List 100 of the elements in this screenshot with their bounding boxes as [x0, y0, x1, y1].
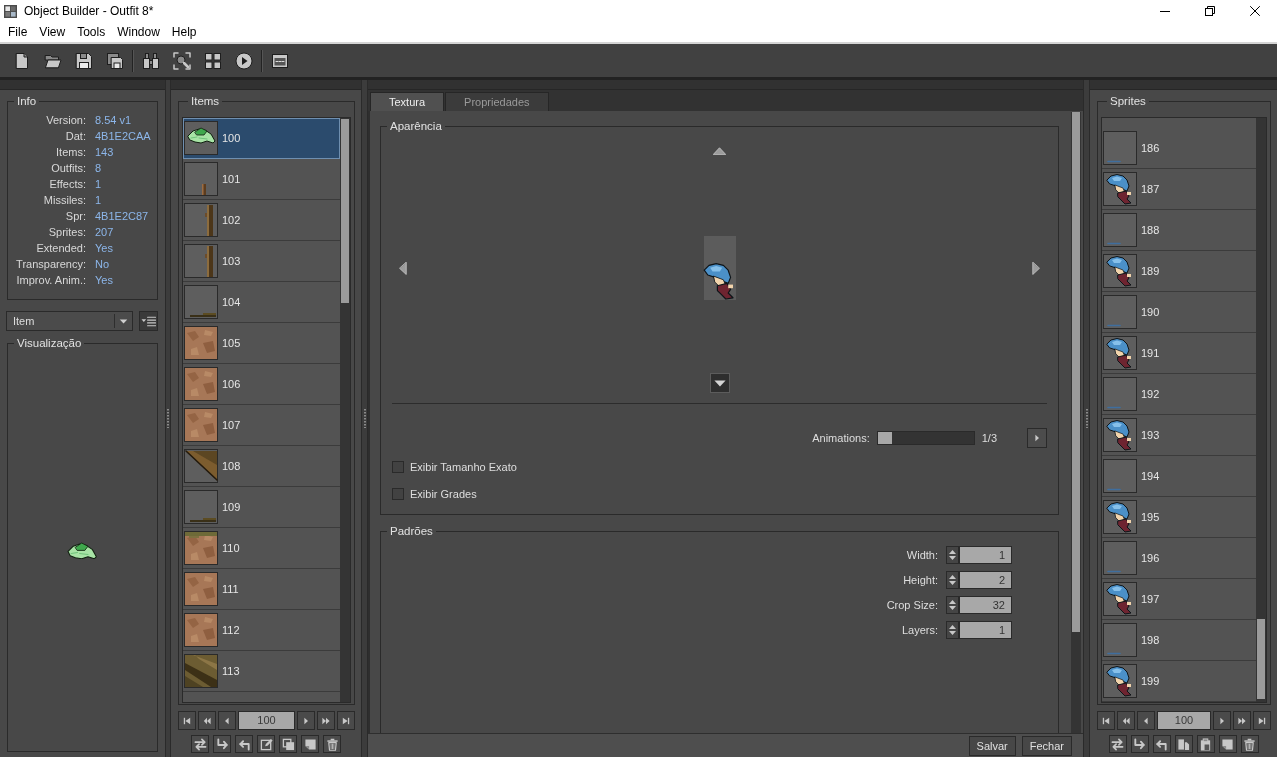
list-row[interactable]: 112 — [183, 610, 340, 651]
list-row[interactable]: 199 — [1102, 661, 1256, 702]
spinner[interactable] — [946, 621, 959, 639]
last-page-button[interactable] — [337, 711, 355, 730]
list-options-button[interactable] — [139, 311, 158, 331]
list-row[interactable]: 197 — [1102, 579, 1256, 620]
list-row[interactable]: 105 — [183, 323, 340, 364]
list-row[interactable]: 194 — [1102, 456, 1256, 497]
list-row[interactable]: 108 — [183, 446, 340, 487]
list-row[interactable]: 188 — [1102, 210, 1256, 251]
scrollbar-thumb[interactable] — [341, 119, 349, 303]
duplicate-button[interactable] — [279, 735, 297, 753]
caret-up-icon — [713, 147, 726, 155]
import-button[interactable] — [1152, 735, 1171, 753]
list-row[interactable]: 198 — [1102, 620, 1256, 661]
list-row[interactable]: 192 — [1102, 374, 1256, 415]
list-row[interactable]: 113 — [183, 651, 340, 692]
scrollbar[interactable] — [340, 118, 350, 702]
tab[interactable]: Textura — [370, 92, 445, 111]
list-row[interactable]: 103 — [183, 241, 340, 282]
spinner[interactable] — [946, 571, 959, 589]
trash-icon — [325, 737, 339, 751]
close-button[interactable]: Fechar — [1021, 735, 1072, 756]
first-page-button[interactable] — [178, 711, 196, 730]
list-row[interactable]: 100 — [183, 118, 340, 159]
delete-button[interactable] — [323, 735, 341, 753]
fast-forward-button[interactable] — [1233, 711, 1251, 730]
export-button[interactable] — [1130, 735, 1149, 753]
fast-forward-button[interactable] — [317, 711, 335, 730]
group-title: Aparência — [389, 119, 443, 133]
import-button[interactable] — [235, 735, 253, 753]
first-page-button[interactable] — [1097, 711, 1115, 730]
page-field[interactable]: 100 — [238, 711, 295, 730]
list-row[interactable]: 193 — [1102, 415, 1256, 456]
slider-thumb[interactable] — [877, 432, 892, 444]
previous-button[interactable] — [1137, 711, 1155, 730]
rewind-button[interactable] — [1117, 711, 1135, 730]
list-row[interactable]: 189 — [1102, 251, 1256, 292]
spinner[interactable] — [946, 596, 959, 614]
field-label: Crop Size: — [886, 599, 938, 611]
delete-button[interactable] — [1240, 735, 1259, 753]
number-field[interactable]: 32 — [959, 596, 1012, 614]
menu-item[interactable]: File — [2, 22, 34, 42]
replace-button[interactable] — [1108, 735, 1127, 753]
caret-down-icon — [949, 631, 956, 636]
scrollbar-thumb[interactable] — [1072, 112, 1080, 632]
rewind-button[interactable] — [198, 711, 216, 730]
save-button[interactable]: Salvar — [968, 735, 1016, 756]
menu-item[interactable]: Window — [111, 22, 166, 42]
export-button[interactable] — [213, 735, 231, 753]
list-row[interactable]: 107 — [183, 405, 340, 446]
list-row[interactable]: 101 — [183, 159, 340, 200]
new-button[interactable] — [301, 735, 319, 753]
character-drawing — [703, 262, 736, 300]
list-row[interactable]: 187 — [1102, 169, 1256, 210]
info-value: Yes — [95, 241, 114, 256]
skip-forward-icon — [342, 716, 350, 725]
number-field[interactable]: 1 — [959, 546, 1012, 564]
next-frame-button[interactable] — [1027, 428, 1047, 448]
list-row[interactable]: 106 — [183, 364, 340, 405]
number-field[interactable]: 2 — [959, 571, 1012, 589]
list-row[interactable]: 190 — [1102, 292, 1256, 333]
menu-item[interactable]: View — [33, 22, 72, 42]
list-row[interactable]: 109 — [183, 487, 340, 528]
turn-arrow-icon — [215, 737, 229, 751]
down-arrow-button[interactable] — [709, 373, 730, 393]
checkbox[interactable] — [392, 461, 404, 473]
next-button[interactable] — [297, 711, 315, 730]
number-field[interactable]: 1 — [959, 621, 1012, 639]
list-row[interactable]: 110 — [183, 528, 340, 569]
checkbox[interactable] — [392, 488, 404, 500]
copy-button[interactable] — [1174, 735, 1193, 753]
menu-item[interactable]: Help — [165, 22, 203, 42]
list-row[interactable]: 186 — [1102, 128, 1256, 169]
field-label: Width: — [906, 549, 938, 561]
caret-left-icon — [1142, 716, 1150, 725]
menu-item[interactable]: Tools — [71, 22, 112, 42]
list-row[interactable]: 191 — [1102, 333, 1256, 374]
new-button[interactable] — [1218, 735, 1237, 753]
animation-slider[interactable] — [876, 431, 975, 445]
list-row[interactable]: 111 — [183, 569, 340, 610]
caret-right-icon — [1032, 261, 1040, 275]
previous-button[interactable] — [218, 711, 236, 730]
replace-button[interactable] — [191, 735, 209, 753]
spinner[interactable] — [946, 546, 959, 564]
category-dropdown[interactable]: Item — [6, 311, 133, 331]
paste-button[interactable] — [1196, 735, 1215, 753]
scrollbar[interactable] — [1256, 118, 1266, 702]
list-row[interactable]: 104 — [183, 282, 340, 323]
page-field[interactable]: 100 — [1157, 711, 1211, 730]
next-button[interactable] — [1213, 711, 1231, 730]
list-row[interactable]: 196 — [1102, 538, 1256, 579]
list-row[interactable]: 195 — [1102, 497, 1256, 538]
tab[interactable]: Propriedades — [445, 92, 549, 111]
info-label: Version: — [45, 113, 86, 128]
scrollbar-thumb[interactable] — [1257, 619, 1265, 699]
list-row[interactable]: 102 — [183, 200, 340, 241]
scrollbar[interactable] — [1071, 112, 1081, 733]
last-page-button[interactable] — [1253, 711, 1271, 730]
edit-button[interactable] — [257, 735, 275, 753]
